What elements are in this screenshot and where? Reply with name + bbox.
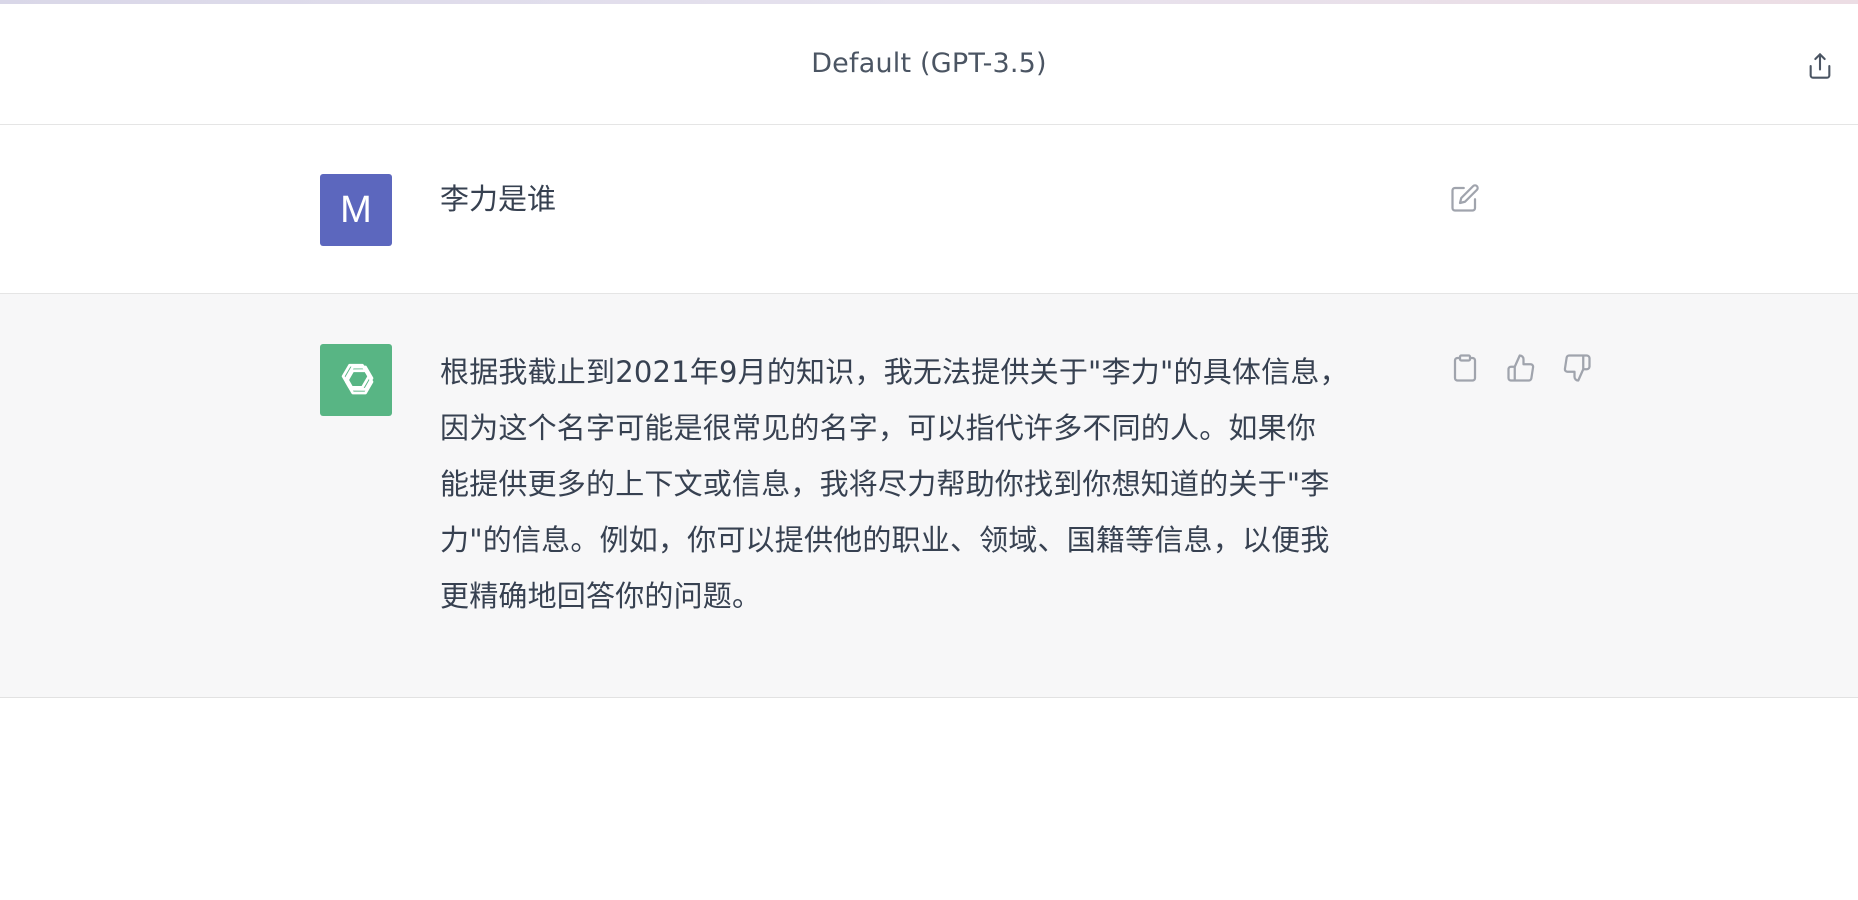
message-line: 力"的信息。例如，你可以提供他的职业、领域、国籍等信息，以便我 (440, 523, 1330, 557)
assistant-avatar (320, 344, 392, 416)
chat-header: Default (GPT-3.5) (0, 4, 1858, 125)
share-icon (1809, 53, 1831, 79)
thumbs-up-button[interactable] (1501, 348, 1541, 388)
avatar-initial: M (340, 188, 372, 231)
user-message-row: M 李力是谁 (0, 125, 1858, 294)
thumbs-down-button[interactable] (1557, 348, 1597, 388)
openai-logo-icon (341, 363, 374, 395)
message-line: 根据我截止到2021年9月的知识，我无法提供关于"李力"的具体信息， (440, 355, 1349, 389)
model-title[interactable]: Default (GPT-3.5) (0, 48, 1858, 79)
edit-button[interactable] (1445, 178, 1485, 218)
user-avatar: M (320, 174, 392, 246)
message-line: 更精确地回答你的问题。 (440, 579, 762, 613)
copy-icon (1453, 354, 1477, 382)
message-line: 因为这个名字可能是很常见的名字，可以指代许多不同的人。如果你 (440, 411, 1317, 445)
user-message-text: 李力是谁 (440, 182, 557, 216)
thumbs-down-icon (1563, 354, 1591, 382)
assistant-message-row: 根据我截止到2021年9月的知识，我无法提供关于"李力"的具体信息， 因为这个名… (0, 294, 1858, 698)
thumbs-up-icon (1507, 354, 1535, 382)
edit-icon (1451, 184, 1479, 212)
assistant-message-text: 根据我截止到2021年9月的知识，我无法提供关于"李力"的具体信息， 因为这个名… (440, 344, 1420, 624)
share-button[interactable] (1800, 46, 1840, 86)
message-line: 能提供更多的上下文或信息，我将尽力帮助你找到你想知道的关于"李 (440, 467, 1330, 501)
copy-button[interactable] (1445, 348, 1485, 388)
